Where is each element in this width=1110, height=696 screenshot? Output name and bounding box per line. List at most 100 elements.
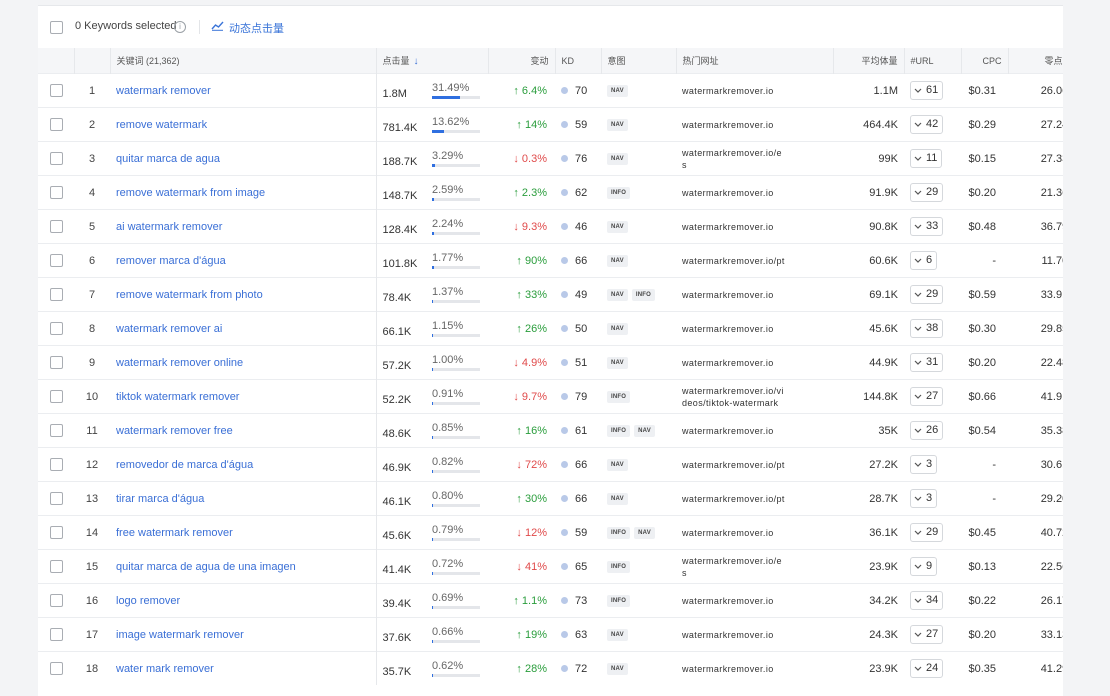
table-row[interactable]: 6 remover marca d'água 101.8K 1.77% ↑ 90… (38, 243, 1063, 278)
keyword-link[interactable]: quitar marca de agua de una imagen (116, 561, 296, 573)
keyword-link[interactable]: watermark remover free (116, 425, 233, 437)
keyword-link[interactable]: remove watermark from photo (116, 289, 263, 301)
header-clicks[interactable]: 点击量 ↓ (376, 48, 489, 74)
top-url[interactable]: watermarkremover.io (682, 595, 827, 607)
top-url[interactable]: watermarkremover.io/es (682, 555, 786, 579)
top-url[interactable]: watermarkremover.io (682, 289, 827, 301)
row-checkbox[interactable] (50, 186, 63, 199)
table-row[interactable]: 3 quitar marca de agua 188.7K 3.29% ↓ 0.… (38, 141, 1063, 176)
url-count-dropdown[interactable]: 42 (910, 115, 944, 134)
table-row[interactable]: 17 image watermark remover 37.6K 0.66% ↑… (38, 617, 1063, 652)
table-row[interactable]: 9 watermark remover online 57.2K 1.00% ↓… (38, 345, 1063, 380)
row-checkbox[interactable] (50, 526, 63, 539)
row-checkbox[interactable] (50, 152, 63, 165)
keyword-link[interactable]: remove watermark from image (116, 187, 265, 199)
keyword-link[interactable]: watermark remover ai (116, 323, 222, 335)
top-url[interactable]: watermarkremover.io (682, 85, 827, 97)
keyword-link[interactable]: remover marca d'água (116, 255, 226, 267)
header-cpc[interactable]: CPC (961, 48, 1009, 74)
table-row[interactable]: 11 watermark remover free 48.6K 0.85% ↑ … (38, 413, 1063, 448)
table-row[interactable]: 13 tirar marca d'água 46.1K 0.80% ↑ 30% … (38, 481, 1063, 516)
header-keyword[interactable]: 关键词 (21,362) (110, 48, 377, 74)
header-avg-volume[interactable]: 平均体量 (833, 48, 905, 74)
top-url[interactable]: watermarkremover.io (682, 357, 827, 369)
top-url[interactable]: watermarkremover.io/es (682, 147, 786, 171)
trend-clicks-button[interactable]: 动态点击量 (229, 20, 284, 36)
top-url[interactable]: watermarkremover.io/videos/tiktok-waterm… (682, 385, 786, 409)
url-count-dropdown[interactable]: 31 (910, 353, 944, 372)
table-row[interactable]: 4 remove watermark from image 148.7K 2.5… (38, 175, 1063, 210)
top-url[interactable]: watermarkremover.io (682, 663, 827, 675)
url-count-dropdown[interactable]: 26 (910, 421, 944, 440)
header-intent[interactable]: 意图 (601, 48, 677, 74)
keyword-link[interactable]: watermark remover (116, 85, 211, 97)
row-checkbox[interactable] (50, 288, 63, 301)
top-url[interactable]: watermarkremover.io/pt (682, 493, 786, 505)
row-checkbox[interactable] (50, 662, 63, 675)
table-row[interactable]: 10 tiktok watermark remover 52.2K 0.91% … (38, 379, 1063, 414)
row-checkbox[interactable] (50, 322, 63, 335)
keyword-link[interactable]: tirar marca d'água (116, 493, 204, 505)
top-url[interactable]: watermarkremover.io (682, 629, 827, 641)
table-row[interactable]: 14 free watermark remover 45.6K 0.79% ↓ … (38, 515, 1063, 550)
table-row[interactable]: 15 quitar marca de agua de una imagen 41… (38, 549, 1063, 584)
row-checkbox[interactable] (50, 84, 63, 97)
keyword-link[interactable]: tiktok watermark remover (116, 391, 239, 403)
url-count-dropdown[interactable]: 27 (910, 387, 944, 406)
url-count-dropdown[interactable]: 3 (910, 455, 938, 474)
row-checkbox[interactable] (50, 356, 63, 369)
sort-desc-icon[interactable]: ↓ (414, 56, 419, 67)
url-count-dropdown[interactable]: 3 (910, 489, 938, 508)
keyword-link[interactable]: quitar marca de agua (116, 153, 220, 165)
header-change[interactable]: 变动 (488, 48, 556, 74)
row-checkbox[interactable] (50, 560, 63, 573)
table-row[interactable]: 7 remove watermark from photo 78.4K 1.37… (38, 277, 1063, 312)
url-count-dropdown[interactable]: 34 (910, 591, 944, 610)
url-count-dropdown[interactable]: 27 (910, 625, 944, 644)
table-row[interactable]: 1 watermark remover 1.8M 31.49% ↑ 6.4% 7… (38, 73, 1063, 108)
url-count-dropdown[interactable]: 11 (910, 149, 943, 168)
row-checkbox[interactable] (50, 492, 63, 505)
url-count-dropdown[interactable]: 29 (910, 285, 944, 304)
header-url-count[interactable]: #URL (904, 48, 962, 74)
info-icon[interactable]: i (174, 21, 186, 33)
table-row[interactable]: 8 watermark remover ai 66.1K 1.15% ↑ 26%… (38, 311, 1063, 346)
table-row[interactable]: 2 remove watermark 781.4K 13.62% ↑ 14% 5… (38, 107, 1063, 142)
top-url[interactable]: watermarkremover.io/pt (682, 255, 786, 267)
select-all-checkbox[interactable] (50, 21, 63, 34)
url-count-dropdown[interactable]: 29 (910, 183, 944, 202)
top-url[interactable]: watermarkremover.io (682, 187, 827, 199)
url-count-dropdown[interactable]: 33 (910, 217, 944, 236)
header-kd[interactable]: KD (555, 48, 602, 74)
keyword-link[interactable]: image watermark remover (116, 629, 244, 641)
top-url[interactable]: watermarkremover.io (682, 221, 827, 233)
row-checkbox[interactable] (50, 424, 63, 437)
top-url[interactable]: watermarkremover.io (682, 119, 827, 131)
top-url[interactable]: watermarkremover.io/pt (682, 459, 786, 471)
top-url[interactable]: watermarkremover.io (682, 323, 827, 335)
keyword-link[interactable]: removedor de marca d'água (116, 459, 253, 471)
row-checkbox[interactable] (50, 390, 63, 403)
top-url[interactable]: watermarkremover.io (682, 527, 827, 539)
top-url[interactable]: watermarkremover.io (682, 425, 827, 437)
table-row[interactable]: 12 removedor de marca d'água 46.9K 0.82%… (38, 447, 1063, 482)
header-top-url[interactable]: 热门网址 (676, 48, 834, 74)
table-row[interactable]: 16 logo remover 39.4K 0.69% ↑ 1.1% 73 IN… (38, 583, 1063, 618)
row-checkbox[interactable] (50, 254, 63, 267)
url-count-dropdown[interactable]: 24 (910, 659, 944, 678)
row-checkbox[interactable] (50, 628, 63, 641)
table-row[interactable]: 18 water mark remover 35.7K 0.62% ↑ 28% … (38, 651, 1063, 685)
url-count-dropdown[interactable]: 38 (910, 319, 944, 338)
header-zero-click[interactable]: 零点击 (1008, 48, 1063, 74)
row-checkbox[interactable] (50, 458, 63, 471)
keyword-link[interactable]: ai watermark remover (116, 221, 222, 233)
keyword-link[interactable]: water mark remover (116, 663, 214, 675)
url-count-dropdown[interactable]: 61 (910, 81, 944, 100)
row-checkbox[interactable] (50, 118, 63, 131)
row-checkbox[interactable] (50, 220, 63, 233)
keyword-link[interactable]: watermark remover online (116, 357, 243, 369)
url-count-dropdown[interactable]: 9 (910, 557, 938, 576)
keyword-link[interactable]: remove watermark (116, 119, 207, 131)
keyword-link[interactable]: logo remover (116, 595, 180, 607)
url-count-dropdown[interactable]: 6 (910, 251, 938, 270)
